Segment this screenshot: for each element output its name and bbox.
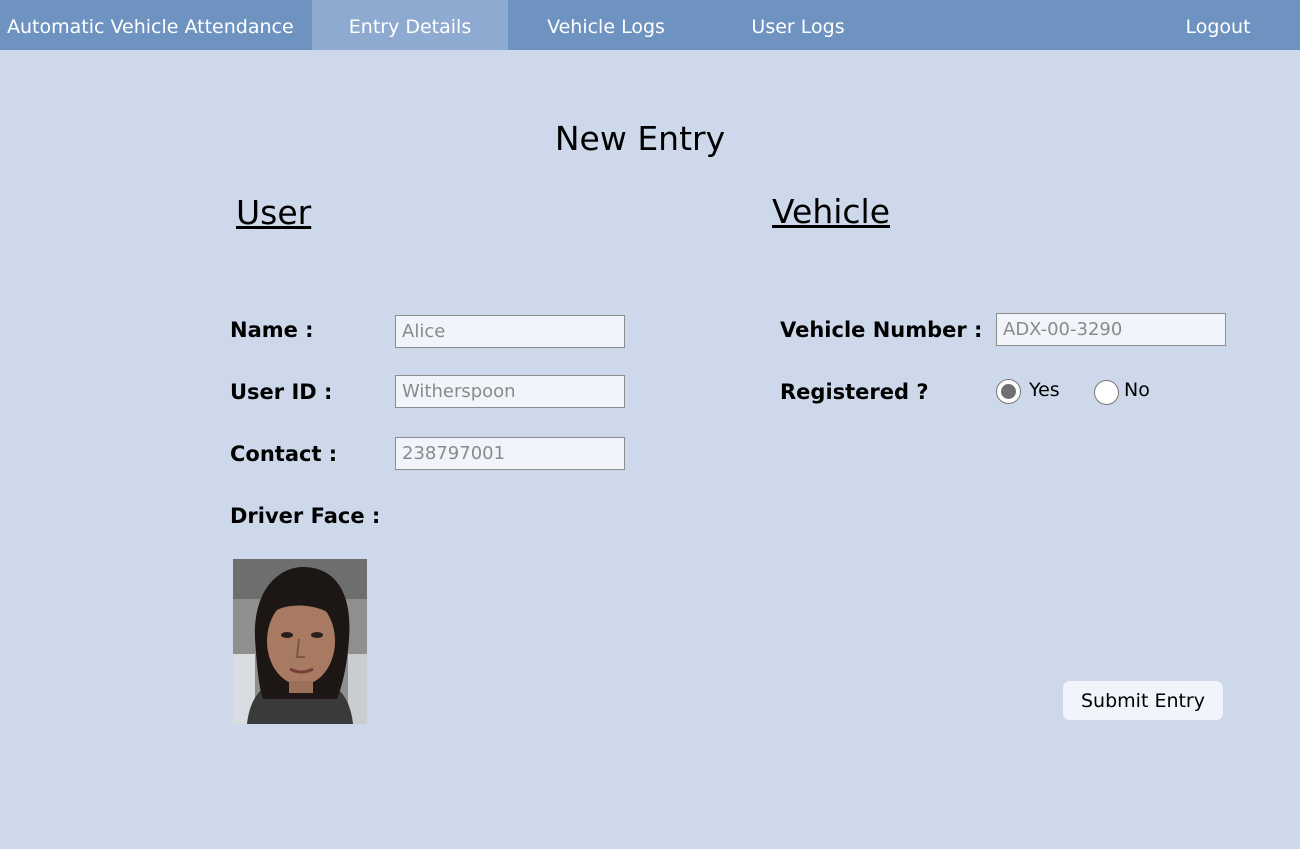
- user-id-field[interactable]: [395, 375, 625, 408]
- driver-face-photo: [233, 559, 367, 724]
- user-section-heading: User: [236, 193, 312, 232]
- page-title: New Entry: [554, 119, 726, 158]
- contact-field[interactable]: [395, 437, 625, 470]
- app-brand[interactable]: Automatic Vehicle Attendance: [0, 0, 312, 50]
- top-navbar: Automatic Vehicle Attendance Entry Detai…: [0, 0, 1300, 50]
- registered-yes-label[interactable]: Yes: [1029, 379, 1060, 401]
- nav-vehicle-logs[interactable]: Vehicle Logs: [508, 0, 704, 50]
- submit-entry-button[interactable]: Submit Entry: [1063, 681, 1223, 720]
- registered-no-label[interactable]: No: [1124, 379, 1150, 401]
- nav-user-logs[interactable]: User Logs: [704, 0, 892, 50]
- nav-entry-details[interactable]: Entry Details: [312, 0, 508, 50]
- vehicle-section-heading: Vehicle: [772, 192, 891, 231]
- vehicle-number-label: Vehicle Number :: [780, 318, 983, 342]
- contact-label: Contact :: [230, 442, 338, 466]
- name-label: Name :: [230, 318, 314, 342]
- registered-yes-radio[interactable]: [996, 379, 1021, 404]
- registered-no-radio[interactable]: [1094, 380, 1119, 405]
- registered-label: Registered ?: [780, 380, 929, 404]
- driver-face-image: [233, 559, 367, 724]
- logout-link[interactable]: Logout: [1140, 0, 1296, 50]
- driver-face-label: Driver Face :: [230, 504, 381, 528]
- name-field[interactable]: [395, 315, 625, 348]
- vehicle-number-field[interactable]: [996, 313, 1226, 346]
- user-id-label: User ID :: [230, 380, 333, 404]
